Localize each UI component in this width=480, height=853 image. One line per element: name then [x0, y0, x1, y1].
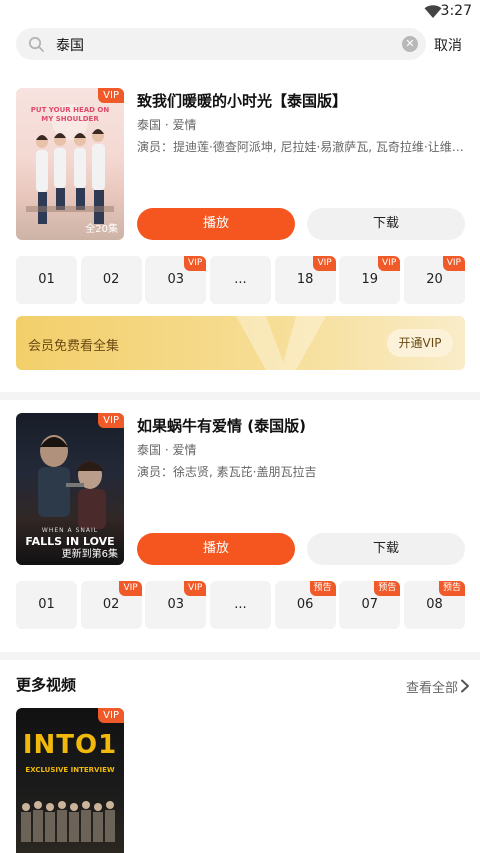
- result-title[interactable]: 如果蜗牛有爱情 (泰国版): [137, 415, 306, 436]
- episode-vip-tag: VIP: [119, 581, 142, 596]
- episode-label: 06: [296, 597, 314, 612]
- episode-label: 03: [167, 597, 185, 612]
- poster-group-art: [21, 801, 115, 842]
- vip-badge: VIP: [98, 708, 124, 723]
- play-button[interactable]: 播放: [137, 533, 295, 565]
- episode-list: 01 02 VIP 03 VIP ... 06 预告 07 预告 08 预告: [16, 581, 465, 629]
- episode-vip-tag: VIP: [378, 256, 401, 271]
- chevron-right-icon[interactable]: [460, 679, 470, 693]
- episode-item[interactable]: 02: [80, 256, 142, 304]
- result-meta: 泰国 · 爱情: [137, 443, 197, 457]
- view-all-link[interactable]: 查看全部: [406, 677, 458, 696]
- section-divider: [0, 392, 480, 400]
- play-button[interactable]: 播放: [137, 208, 295, 240]
- episode-item[interactable]: 20 VIP: [404, 256, 465, 304]
- episode-item[interactable]: 01: [16, 581, 77, 629]
- episode-label: ...: [234, 597, 247, 612]
- poster[interactable]: PUT YOUR HEAD ON MY SHOULDER VIP 全20集: [16, 88, 124, 240]
- vip-badge: VIP: [98, 88, 124, 103]
- episode-count: 全20集: [85, 224, 118, 235]
- episode-label: 07: [361, 597, 379, 612]
- update-status: 更新到第6集: [61, 549, 118, 560]
- episode-item[interactable]: 06 预告: [274, 581, 336, 629]
- search-query: 泰国: [56, 38, 84, 54]
- status-bar: 3:27: [0, 0, 480, 24]
- poster-title: INTO1: [22, 730, 118, 760]
- episode-vip-tag: VIP: [313, 256, 336, 271]
- clear-icon[interactable]: ✕: [402, 36, 418, 52]
- episode-item[interactable]: 18 VIP: [274, 256, 336, 304]
- poster-title: PUT YOUR HEAD ON MY SHOULDER: [30, 106, 110, 123]
- result-title[interactable]: 致我们暖暖的小时光【泰国版】: [137, 90, 347, 111]
- episode-item[interactable]: 01: [16, 256, 77, 304]
- more-videos-heading: 更多视频: [16, 676, 77, 694]
- open-vip-button[interactable]: 开通VIP: [387, 329, 453, 357]
- result-cast: 演员：徐志贤, 素瓦芘·盖朋瓦拉吉: [137, 465, 317, 479]
- section-divider: [0, 652, 480, 660]
- episode-label: 08: [426, 597, 443, 612]
- search-input[interactable]: 泰国 ✕: [16, 28, 426, 60]
- episode-item[interactable]: 02 VIP: [80, 581, 142, 629]
- banner-decoration: [236, 316, 326, 370]
- result-meta: 泰国 · 爱情: [137, 118, 197, 132]
- episode-vip-tag: VIP: [184, 256, 207, 271]
- episode-item[interactable]: 07 预告: [339, 581, 401, 629]
- episode-item[interactable]: 03 VIP: [145, 581, 207, 629]
- episode-item[interactable]: 08 预告: [404, 581, 465, 629]
- episode-preview-tag: 预告: [309, 581, 336, 596]
- episode-more[interactable]: ...: [210, 581, 271, 629]
- search-row: 泰国 ✕ 取消: [0, 26, 480, 64]
- vip-promo-text: 会员免费看全集: [28, 339, 120, 354]
- episode-item[interactable]: 03 VIP: [145, 256, 207, 304]
- status-time: 3:27: [440, 3, 472, 19]
- poster-subtitle: EXCLUSIVE INTERVIEW: [25, 766, 115, 774]
- episode-preview-tag: 预告: [438, 581, 465, 596]
- more-video-poster[interactable]: INTO1 EXCLUSIVE INTERVIEW VIP: [16, 708, 124, 853]
- episode-label: 01: [38, 272, 55, 287]
- cancel-button[interactable]: 取消: [434, 35, 462, 55]
- episode-label: 03: [167, 272, 185, 287]
- episode-label: 18: [296, 272, 314, 287]
- poster-subtitle: WHEN A SNAIL: [41, 527, 99, 534]
- episode-vip-tag: VIP: [184, 581, 207, 596]
- episode-vip-tag: VIP: [442, 256, 465, 271]
- episode-label: ...: [234, 272, 247, 287]
- vip-promo-banner[interactable]: 会员免费看全集 开通VIP: [16, 316, 465, 370]
- wifi-icon: [424, 5, 442, 18]
- episode-label: 02: [102, 597, 120, 612]
- episode-label: 01: [38, 597, 55, 612]
- episode-label: 19: [361, 272, 379, 287]
- episode-item[interactable]: 19 VIP: [339, 256, 401, 304]
- poster[interactable]: WHEN A SNAIL FALLS IN LOVE VIP 更新到第6集: [16, 413, 124, 565]
- search-icon: [28, 36, 44, 52]
- episode-preview-tag: 预告: [374, 581, 401, 596]
- episode-label: 20: [426, 272, 443, 287]
- download-button[interactable]: 下载: [307, 533, 465, 565]
- result-cast: 演员：提迪莲·德查阿派坤, 尼拉娃·易澈萨瓦, 瓦奇拉维·让维…: [137, 140, 464, 154]
- vip-badge: VIP: [98, 413, 124, 428]
- download-button[interactable]: 下载: [307, 208, 465, 240]
- episode-list: 01 02 03 VIP ... 18 VIP 19 VIP 20 VIP: [16, 256, 465, 304]
- episode-label: 02: [102, 272, 120, 287]
- episode-more[interactable]: ...: [210, 256, 271, 304]
